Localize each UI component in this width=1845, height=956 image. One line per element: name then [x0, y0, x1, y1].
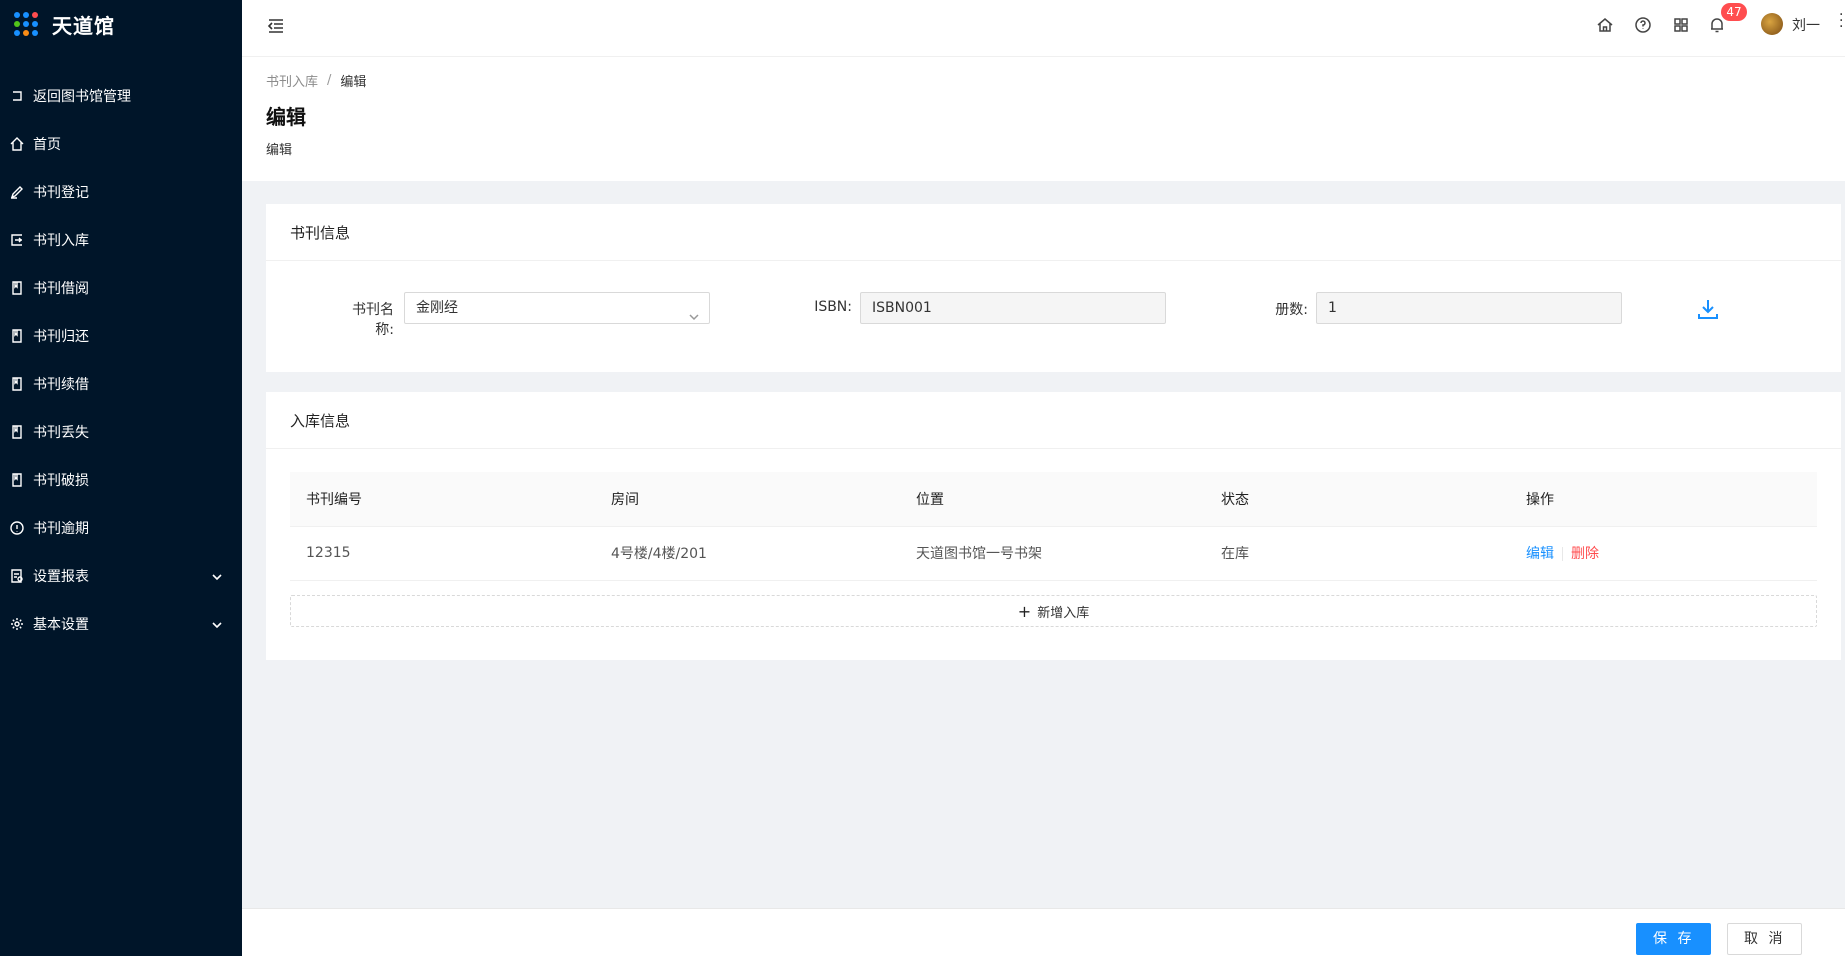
cell-location: 天道图书馆一号书架 [900, 526, 1205, 581]
column-header: 状态 [1205, 472, 1510, 527]
count-label: 册数: [1275, 302, 1308, 318]
download-icon[interactable] [1695, 296, 1721, 322]
app-logo[interactable]: 天道馆 [0, 0, 242, 48]
app-grid-icon [14, 12, 38, 36]
column-header: 房间 [595, 472, 900, 527]
edit-link[interactable]: 编辑 [1526, 546, 1554, 562]
sidebar-item-label: 返回图书馆管理 [33, 89, 131, 105]
cell-code: 12315 [290, 526, 595, 581]
sidebar-item-label: 设置报表 [33, 569, 89, 585]
book-icon [10, 329, 24, 343]
sidebar-item-lost[interactable]: 书刊丢失 [0, 408, 242, 456]
sidebar-item-register[interactable]: 书刊登记 [0, 168, 242, 216]
save-button[interactable]: 保 存 [1636, 923, 1712, 955]
book-name-select[interactable]: 金刚经 [404, 292, 710, 324]
report-icon [10, 569, 24, 583]
sidebar-item-settings[interactable]: 基本设置 [0, 600, 242, 648]
sidebar-item-overdue[interactable]: 书刊逾期 [0, 504, 242, 552]
page-title: 编辑 [266, 105, 306, 129]
import-icon [10, 233, 24, 247]
gear-icon [10, 617, 24, 631]
breadcrumb-current: 编辑 [340, 75, 367, 90]
page-header: 书刊入库 / 编辑 编辑 编辑 [242, 57, 1845, 181]
cell-actions: 编辑 删除 [1510, 526, 1817, 581]
book-name-value: 金刚经 [416, 300, 458, 316]
sidebar-item-label: 书刊归还 [33, 329, 89, 345]
exclamation-icon [10, 521, 24, 535]
table-header-row: 书刊编号 房间 位置 状态 操作 [290, 472, 1817, 527]
sidebar-item-renew[interactable]: 书刊续借 [0, 360, 242, 408]
sidebar-item-borrow[interactable]: 书刊借阅 [0, 264, 242, 312]
count-field[interactable]: 1 [1316, 292, 1622, 324]
column-header: 书刊编号 [290, 472, 595, 527]
more-vertical-icon[interactable]: · · · [1839, 8, 1845, 34]
delete-link[interactable]: 删除 [1571, 546, 1599, 562]
sidebar-item-label: 书刊丢失 [33, 425, 89, 441]
storage-table: 书刊编号 房间 位置 状态 操作 12315 4号楼/4楼/201 天道图书馆一… [290, 472, 1817, 581]
menu-fold-icon[interactable] [266, 16, 286, 36]
sidebar-menu: 返回图书馆管理 首页 书刊登记 书刊入库 书刊借阅 书刊归还 书刊续借 书刊丢失… [0, 72, 242, 648]
home-icon[interactable] [1596, 16, 1614, 34]
isbn-value: ISBN001 [872, 300, 932, 316]
return-icon [10, 89, 24, 103]
isbn-label: ISBN: [814, 299, 852, 315]
sidebar-item-return-book[interactable]: 书刊归还 [0, 312, 242, 360]
page-description: 编辑 [266, 143, 293, 158]
table-row: 12315 4号楼/4楼/201 天道图书馆一号书架 在库 编辑 删除 [290, 526, 1817, 581]
breadcrumb-separator: / [327, 73, 332, 88]
book-info-card: 书刊信息 书刊名称: 金刚经 ISBN: ISBN001 册数: 1 [266, 204, 1841, 372]
help-icon[interactable] [1634, 16, 1652, 34]
storage-info-title: 入库信息 [266, 392, 1841, 449]
storage-info-card: 入库信息 书刊编号 房间 位置 状态 操作 12315 4号楼/4楼/201 天… [266, 392, 1841, 660]
cell-room: 4号楼/4楼/201 [595, 526, 900, 581]
chevron-down-icon [212, 570, 222, 586]
book-info-form: 书刊名称: 金刚经 ISBN: ISBN001 册数: 1 [266, 261, 1841, 371]
sidebar-item-label: 书刊登记 [33, 185, 89, 201]
sidebar-item-label: 首页 [33, 137, 61, 153]
sidebar-item-label: 书刊续借 [33, 377, 89, 393]
app-title: 天道馆 [52, 13, 115, 38]
breadcrumb-parent[interactable]: 书刊入库 [266, 71, 318, 90]
add-storage-button[interactable]: + 新增入库 [290, 595, 1817, 627]
breadcrumb: 书刊入库 / 编辑 [266, 71, 366, 90]
register-icon [10, 185, 24, 199]
add-storage-label: 新增入库 [1037, 605, 1090, 621]
column-header: 操作 [1510, 472, 1817, 527]
sidebar-item-label: 书刊破损 [33, 473, 89, 489]
book-icon [10, 377, 24, 391]
cancel-button[interactable]: 取 消 [1727, 923, 1803, 955]
book-info-title: 书刊信息 [266, 204, 1841, 261]
sidebar-item-home[interactable]: 首页 [0, 120, 242, 168]
chevron-down-icon [212, 618, 222, 634]
notification-badge: 47 [1721, 3, 1747, 21]
top-header: 47 刘一 · · · [242, 0, 1845, 57]
isbn-field[interactable]: ISBN001 [860, 292, 1166, 324]
book-icon [10, 473, 24, 487]
sidebar-item-return[interactable]: 返回图书馆管理 [0, 72, 242, 120]
sidebar-item-label: 书刊入库 [33, 233, 89, 249]
chevron-down-icon [689, 303, 699, 321]
sidebar-item-report[interactable]: 设置报表 [0, 552, 242, 600]
avatar[interactable] [1761, 13, 1783, 35]
sidebar-item-label: 基本设置 [33, 617, 89, 633]
book-icon [10, 425, 24, 439]
sidebar: 天道馆 返回图书馆管理 首页 书刊登记 书刊入库 书刊借阅 书刊归还 书刊续借 … [0, 0, 242, 956]
username[interactable]: 刘一 [1792, 15, 1820, 35]
book-icon [10, 281, 24, 295]
sidebar-item-damaged[interactable]: 书刊破损 [0, 456, 242, 504]
plus-icon: + [1017, 601, 1032, 621]
sidebar-item-label: 书刊借阅 [33, 281, 89, 297]
column-header: 位置 [900, 472, 1205, 527]
footer-bar: 保 存 取 消 [242, 908, 1845, 956]
sidebar-item-label: 书刊逾期 [33, 521, 89, 537]
home-icon [10, 137, 24, 151]
sidebar-item-import[interactable]: 书刊入库 [0, 216, 242, 264]
cell-status: 在库 [1205, 526, 1510, 581]
count-value: 1 [1328, 300, 1337, 316]
book-name-label: 书刊名称: [352, 302, 394, 338]
action-divider [1562, 547, 1563, 561]
apps-grid-icon[interactable] [1672, 16, 1690, 34]
